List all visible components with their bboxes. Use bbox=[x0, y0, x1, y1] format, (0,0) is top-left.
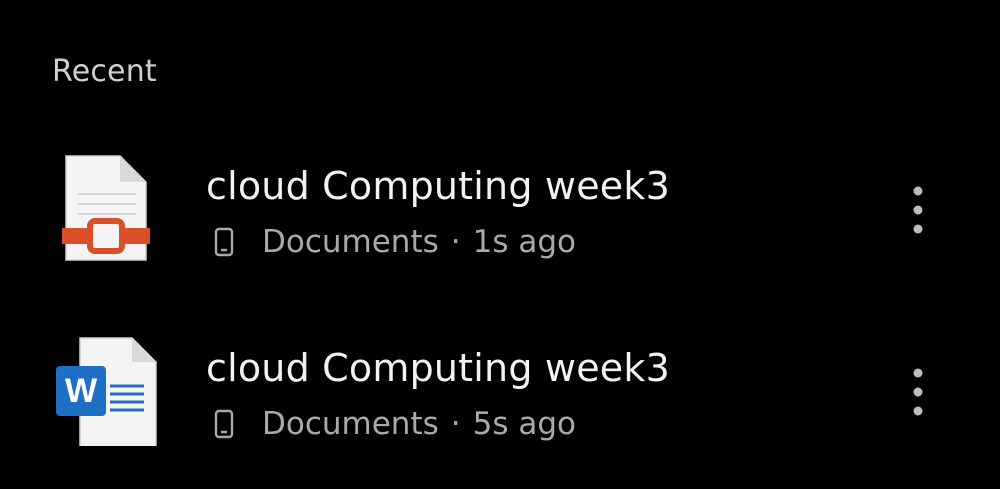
pdf-file-icon bbox=[52, 154, 162, 264]
file-row[interactable]: cloud Computing week3 Documents · 1s ago bbox=[0, 140, 1000, 300]
more-options-button[interactable] bbox=[898, 180, 938, 240]
meta-separator: · bbox=[450, 406, 461, 442]
file-title: cloud Computing week3 bbox=[206, 346, 670, 390]
word-file-icon: W bbox=[52, 336, 162, 453]
file-location: Documents bbox=[262, 406, 439, 442]
file-row[interactable]: W cloud Computing week3 Documents · 5s a… bbox=[0, 322, 1000, 482]
more-vertical-icon bbox=[913, 186, 923, 234]
file-title: cloud Computing week3 bbox=[206, 164, 670, 208]
meta-separator: · bbox=[450, 224, 461, 260]
file-time: 1s ago bbox=[472, 224, 576, 260]
section-header-recent: Recent bbox=[52, 54, 157, 89]
phone-storage-icon bbox=[214, 226, 234, 258]
file-meta: Documents · 1s ago bbox=[214, 224, 576, 260]
word-badge-letter: W bbox=[65, 372, 98, 410]
more-vertical-icon bbox=[913, 368, 923, 416]
file-location: Documents bbox=[262, 224, 439, 260]
file-time: 5s ago bbox=[472, 406, 576, 442]
file-meta: Documents · 5s ago bbox=[214, 406, 576, 442]
more-options-button[interactable] bbox=[898, 362, 938, 422]
phone-storage-icon bbox=[214, 408, 234, 440]
